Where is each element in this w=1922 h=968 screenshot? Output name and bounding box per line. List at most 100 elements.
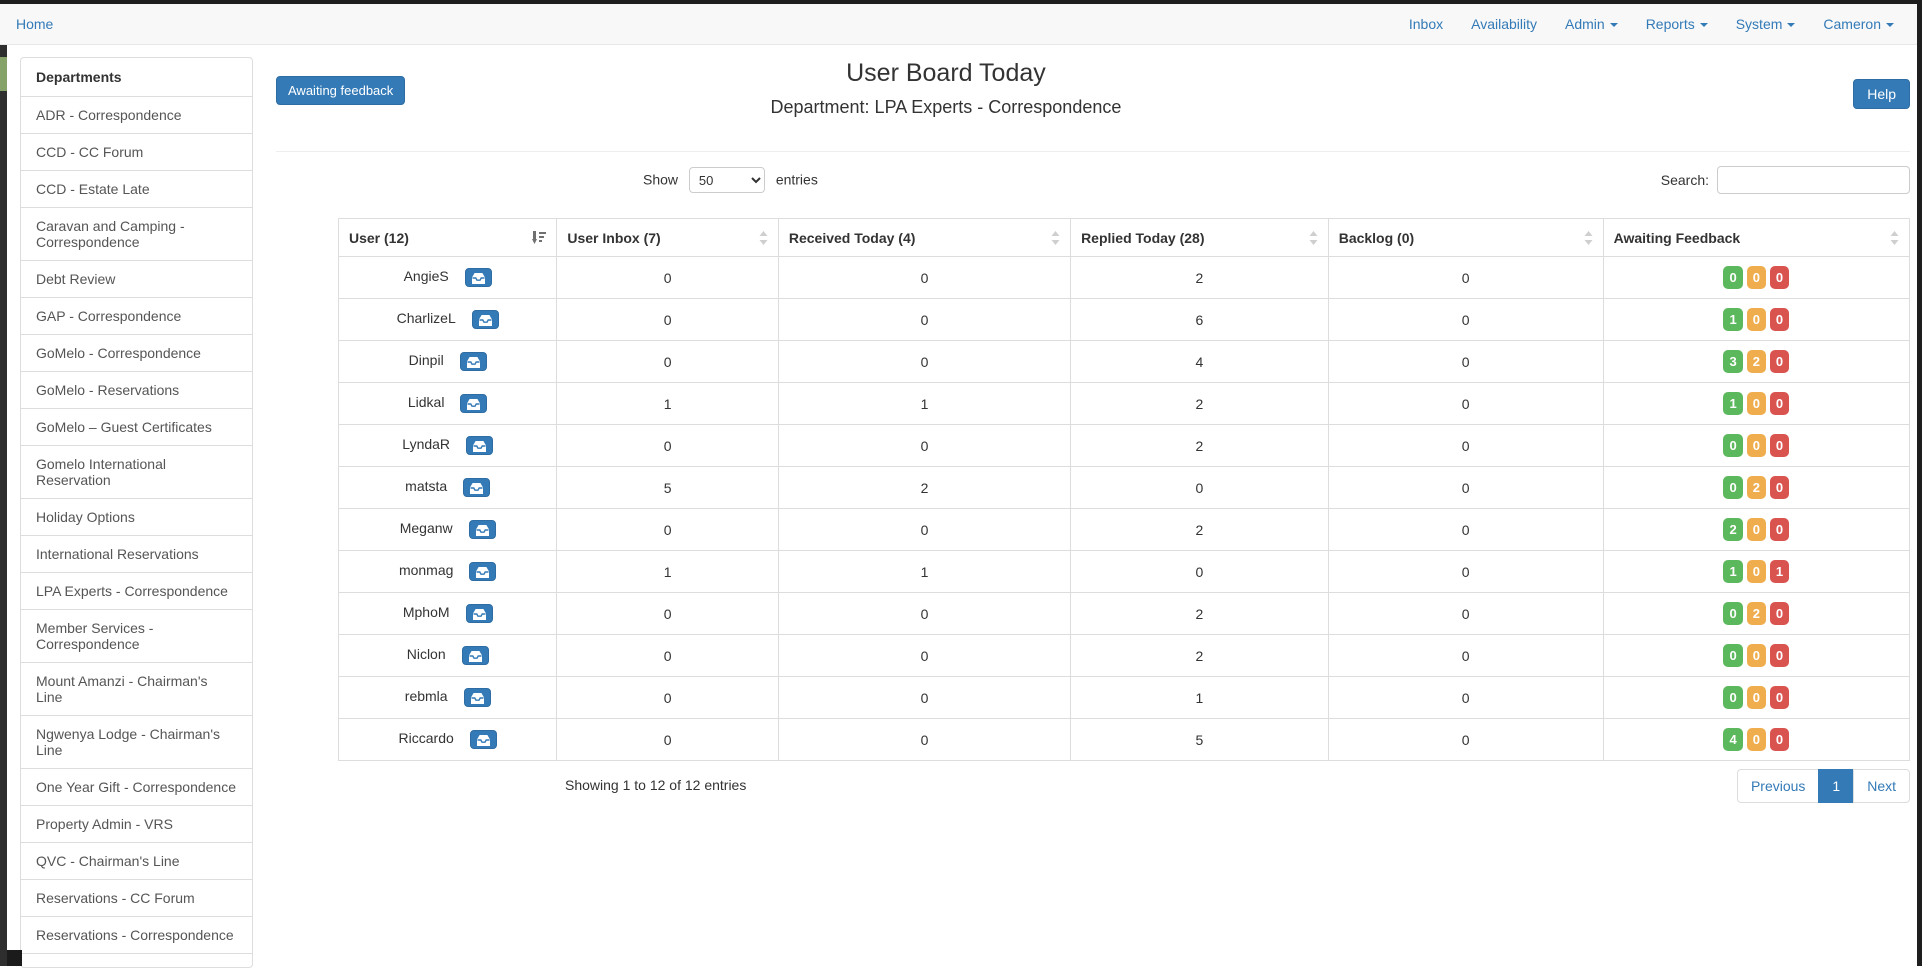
feedback-badge-amber[interactable]: 0 <box>1747 644 1766 667</box>
sidebar-item-gomelo-correspondence[interactable]: GoMelo - Correspondence <box>21 334 252 371</box>
sidebar-item-mount-amanzi-chairman-s-line[interactable]: Mount Amanzi - Chairman's Line <box>21 662 252 715</box>
feedback-badge-green[interactable]: 4 <box>1723 728 1742 751</box>
feedback-badge-green[interactable]: 0 <box>1723 602 1742 625</box>
feedback-badge-green[interactable]: 1 <box>1723 392 1742 415</box>
user-inbox-cell: 1 <box>557 551 779 593</box>
sidebar-item-property-admin-vrs[interactable]: Property Admin - VRS <box>21 805 252 842</box>
feedback-badge-green[interactable]: 0 <box>1723 476 1742 499</box>
sidebar-item-adr-correspondence[interactable]: ADR - Correspondence <box>21 96 252 133</box>
feedback-badge-red[interactable]: 0 <box>1770 728 1789 751</box>
inbox-button[interactable] <box>466 604 493 623</box>
user-inbox-cell: 0 <box>557 257 779 299</box>
sidebar-item-debt-review[interactable]: Debt Review <box>21 260 252 297</box>
sidebar-item-gomelo-international-reservation[interactable]: Gomelo International Reservation <box>21 445 252 498</box>
inbox-button[interactable] <box>460 394 487 413</box>
nav-link-system[interactable]: System <box>1722 16 1810 32</box>
nav-link-availability[interactable]: Availability <box>1457 16 1551 32</box>
replied-today-cell: 2 <box>1071 383 1329 425</box>
pagination-previous-link[interactable]: Previous <box>1737 769 1819 803</box>
column-header-backlog-0[interactable]: Backlog (0) <box>1328 219 1603 257</box>
feedback-badge-amber[interactable]: 0 <box>1747 560 1766 583</box>
sidebar-item-one-year-gift-correspondence[interactable]: One Year Gift - Correspondence <box>21 768 252 805</box>
sidebar-item-reservations-cc-forum[interactable]: Reservations - CC Forum <box>21 879 252 916</box>
inbox-button[interactable] <box>470 730 497 749</box>
feedback-badge-green[interactable]: 1 <box>1723 560 1742 583</box>
sidebar-item-lpa-experts-correspondence[interactable]: LPA Experts - Correspondence <box>21 572 252 609</box>
sidebar-item-qvc-chairman-s-line[interactable]: QVC - Chairman's Line <box>21 842 252 879</box>
inbox-button[interactable] <box>466 436 493 455</box>
column-header-received-today-4[interactable]: Received Today (4) <box>778 219 1070 257</box>
feedback-badge-green[interactable]: 3 <box>1723 350 1742 373</box>
sidebar-item-ngwenya-lodge-chairman-s-line[interactable]: Ngwenya Lodge - Chairman's Line <box>21 715 252 768</box>
feedback-badge-red[interactable]: 0 <box>1770 350 1789 373</box>
feedback-badge-red[interactable]: 0 <box>1770 644 1789 667</box>
sidebar-item-gap-correspondence[interactable]: GAP - Correspondence <box>21 297 252 334</box>
sidebar-item-member-services-correspondence[interactable]: Member Services - Correspondence <box>21 609 252 662</box>
column-header-user-inbox-7[interactable]: User Inbox (7) <box>557 219 779 257</box>
column-header-replied-today-28[interactable]: Replied Today (28) <box>1071 219 1329 257</box>
feedback-badge-red[interactable]: 0 <box>1770 686 1789 709</box>
sidebar-item-international-reservations[interactable]: International Reservations <box>21 535 252 572</box>
nav-link-home[interactable]: Home <box>16 16 53 32</box>
feedback-badge-red[interactable]: 0 <box>1770 266 1789 289</box>
feedback-badge-red[interactable]: 1 <box>1770 560 1789 583</box>
user-cell: Niclon <box>339 635 557 677</box>
inbox-button[interactable] <box>469 562 496 581</box>
sidebar-item-holiday-options[interactable]: Holiday Options <box>21 498 252 535</box>
feedback-badge-amber[interactable]: 2 <box>1747 602 1766 625</box>
feedback-badge-amber[interactable]: 0 <box>1747 392 1766 415</box>
feedback-badge-green[interactable]: 0 <box>1723 686 1742 709</box>
table-row: MphoM0020020 <box>339 593 1910 635</box>
feedback-badge-amber[interactable]: 0 <box>1747 686 1766 709</box>
column-header-awaiting-feedback[interactable]: Awaiting Feedback <box>1603 219 1909 257</box>
feedback-badge-red[interactable]: 0 <box>1770 392 1789 415</box>
feedback-badge-green[interactable]: 0 <box>1723 644 1742 667</box>
sidebar-item-caravan-and-camping-correspondence[interactable]: Caravan and Camping - Correspondence <box>21 207 252 260</box>
feedback-badge-green[interactable]: 0 <box>1723 434 1742 457</box>
feedback-badge-amber[interactable]: 0 <box>1747 434 1766 457</box>
help-button[interactable]: Help <box>1853 79 1910 109</box>
page-size-select[interactable]: 50 <box>689 167 765 193</box>
feedback-badge-amber[interactable]: 2 <box>1747 350 1766 373</box>
nav-link-cameron[interactable]: Cameron <box>1809 16 1908 32</box>
feedback-badge-green[interactable]: 2 <box>1723 518 1742 541</box>
feedback-badge-amber[interactable]: 2 <box>1747 476 1766 499</box>
pagination-next-link[interactable]: Next <box>1853 769 1910 803</box>
sidebar-item-gomelo-reservations[interactable]: GoMelo - Reservations <box>21 371 252 408</box>
feedback-badge-red[interactable]: 0 <box>1770 518 1789 541</box>
inbox-button[interactable] <box>469 520 496 539</box>
pagination-page-1[interactable]: 1 <box>1819 769 1854 803</box>
feedback-badge-amber[interactable]: 0 <box>1747 308 1766 331</box>
inbox-button[interactable] <box>463 478 490 497</box>
inbox-button[interactable] <box>462 646 489 665</box>
column-header-user-12[interactable]: User (12) <box>339 219 557 257</box>
feedback-badge-red[interactable]: 0 <box>1770 476 1789 499</box>
pagination-page-1-link[interactable]: 1 <box>1818 769 1854 803</box>
user-cell: LyndaR <box>339 425 557 467</box>
pagination-next[interactable]: Next <box>1854 769 1910 803</box>
feedback-badge-amber[interactable]: 0 <box>1747 728 1766 751</box>
pagination-previous[interactable]: Previous <box>1737 769 1819 803</box>
inbox-button[interactable] <box>464 688 491 707</box>
feedback-badge-red[interactable]: 0 <box>1770 602 1789 625</box>
sidebar-item-ccd-cc-forum[interactable]: CCD - CC Forum <box>21 133 252 170</box>
sidebar-item-ccd-estate-late[interactable]: CCD - Estate Late <box>21 170 252 207</box>
nav-link-reports[interactable]: Reports <box>1632 16 1722 32</box>
received-today-cell: 2 <box>778 467 1070 509</box>
nav-link-admin[interactable]: Admin <box>1551 16 1632 32</box>
sidebar-item-gomelo-guest-certificates[interactable]: GoMelo – Guest Certificates <box>21 408 252 445</box>
feedback-badge-red[interactable]: 0 <box>1770 434 1789 457</box>
search-control: Search: <box>1661 166 1910 194</box>
inbox-button[interactable] <box>465 268 492 287</box>
inbox-button[interactable] <box>472 310 499 329</box>
feedback-badge-amber[interactable]: 0 <box>1747 518 1766 541</box>
feedback-badge-green[interactable]: 0 <box>1723 266 1742 289</box>
feedback-badge-red[interactable]: 0 <box>1770 308 1789 331</box>
feedback-badge-amber[interactable]: 0 <box>1747 266 1766 289</box>
inbox-button[interactable] <box>460 352 487 371</box>
awaiting-feedback-button[interactable]: Awaiting feedback <box>276 76 405 105</box>
feedback-badge-green[interactable]: 1 <box>1723 308 1742 331</box>
search-input[interactable] <box>1717 166 1910 194</box>
sidebar-item-reservations-correspondence[interactable]: Reservations - Correspondence <box>21 916 252 953</box>
nav-link-inbox[interactable]: Inbox <box>1395 16 1457 32</box>
